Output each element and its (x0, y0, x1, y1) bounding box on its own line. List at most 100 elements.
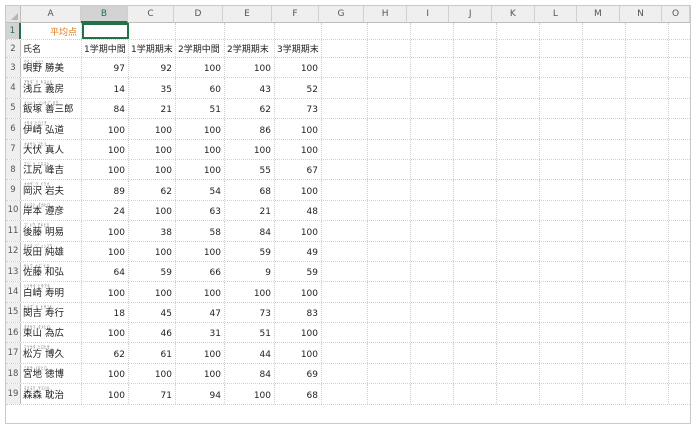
score-cell[interactable]: 60 (176, 78, 225, 98)
empty-cell[interactable] (322, 261, 368, 282)
score-cell[interactable]: 47 (176, 302, 225, 323)
empty-cell[interactable] (411, 23, 454, 39)
score-cell[interactable]: 100 (275, 139, 322, 159)
empty-cell[interactable] (669, 343, 690, 362)
score-cell[interactable]: 24 (82, 200, 129, 221)
score-cell[interactable]: 62 (225, 98, 275, 119)
score-cell[interactable]: 83 (275, 302, 322, 323)
empty-cell[interactable] (322, 221, 368, 241)
empty-cell[interactable] (583, 119, 626, 139)
column-header-f[interactable]: F (272, 6, 319, 23)
empty-cell[interactable] (411, 159, 454, 180)
empty-cell[interactable] (540, 241, 583, 261)
column-header-d[interactable]: D (174, 6, 223, 23)
empty-cell[interactable] (411, 200, 454, 221)
empty-cell[interactable] (497, 261, 540, 282)
empty-cell[interactable] (368, 180, 411, 200)
empty-cell[interactable] (669, 282, 690, 301)
score-cell[interactable]: 54 (176, 180, 225, 200)
empty-cell[interactable] (411, 78, 454, 98)
score-cell[interactable]: 100 (82, 119, 129, 139)
empty-cell[interactable] (368, 23, 411, 39)
score-cell[interactable]: 100 (82, 241, 129, 261)
empty-cell[interactable] (368, 384, 411, 404)
empty-cell[interactable] (497, 58, 540, 78)
column-header-k[interactable]: K (491, 6, 535, 23)
empty-cell[interactable] (411, 363, 454, 384)
empty-cell[interactable] (669, 221, 690, 240)
score-cell[interactable]: 100 (129, 119, 176, 139)
empty-cell[interactable] (626, 139, 669, 159)
score-cell[interactable]: 100 (176, 119, 225, 139)
empty-cell[interactable] (669, 180, 690, 199)
score-cell[interactable]: 100 (82, 139, 129, 159)
spreadsheet[interactable]: ABCDEFGHIJKLMNO 1 平均点 2 氏名 1学期中間 1学期期末 2学期中間 2学… (5, 5, 691, 424)
empty-cell[interactable] (411, 282, 454, 302)
empty-cell[interactable] (322, 180, 368, 200)
empty-cell[interactable] (368, 139, 411, 159)
empty-cell[interactable] (626, 40, 669, 57)
empty-cell[interactable] (669, 303, 690, 322)
empty-cell[interactable] (322, 23, 368, 39)
empty-cell[interactable] (626, 221, 669, 241)
score-cell[interactable]: 100 (176, 343, 225, 363)
empty-cell[interactable] (411, 40, 454, 57)
column-header-i[interactable]: I (406, 6, 450, 23)
empty-cell[interactable] (322, 78, 368, 98)
score-cell[interactable]: 97 (82, 58, 129, 78)
empty-cell[interactable] (540, 98, 583, 119)
header-cell[interactable]: 2学期期末 (225, 40, 275, 57)
empty-cell[interactable] (411, 302, 454, 323)
student-name-cell[interactable]: ﾓﾘﾓﾘ ﾔｽﾊﾙ 森森 耽治 (21, 384, 82, 404)
score-cell[interactable]: 100 (225, 58, 275, 78)
score-cell[interactable]: 68 (275, 384, 322, 404)
empty-cell[interactable] (322, 323, 368, 343)
empty-cell[interactable] (540, 221, 583, 241)
score-cell[interactable]: 51 (176, 98, 225, 119)
row-header-13[interactable]: 13 (6, 261, 21, 282)
empty-cell[interactable] (626, 363, 669, 384)
score-cell[interactable]: 100 (275, 221, 322, 241)
row-header-19[interactable]: 19 (6, 384, 21, 404)
row-header-15[interactable]: 15 (6, 302, 21, 323)
score-cell[interactable]: 100 (82, 384, 129, 404)
empty-cell[interactable] (669, 78, 690, 97)
row-header-4[interactable]: 4 (6, 78, 21, 98)
empty-cell[interactable] (626, 343, 669, 363)
empty-cell[interactable] (669, 323, 690, 342)
score-cell[interactable]: 100 (225, 384, 275, 404)
student-name-cell[interactable]: ﾐﾔﾁ ﾉﾘﾋﾛ 宮地 徳博 (21, 363, 82, 384)
score-cell[interactable]: 100 (176, 139, 225, 159)
empty-cell[interactable] (583, 200, 626, 221)
empty-cell[interactable] (583, 23, 626, 39)
score-cell[interactable]: 100 (129, 241, 176, 261)
cell-grid[interactable]: 1 平均点 2 氏名 1学期中間 1学期期末 2学期中間 2学期期末 3学期期末 3 ｳﾀﾉ ｶﾂﾐ… (6, 23, 690, 405)
header-cell[interactable]: 1学期期末 (129, 40, 176, 57)
empty-cell[interactable] (583, 221, 626, 241)
student-name-cell[interactable]: ｺﾞﾄｳ ｱｷﾋﾛ 後藤 明易 (21, 221, 82, 241)
empty-cell[interactable] (368, 221, 411, 241)
empty-cell[interactable] (583, 282, 626, 302)
empty-cell[interactable] (322, 282, 368, 302)
empty-cell[interactable] (322, 343, 368, 363)
empty-cell[interactable] (626, 98, 669, 119)
empty-cell[interactable] (540, 139, 583, 159)
empty-cell[interactable] (540, 40, 583, 57)
column-header-h[interactable]: H (364, 6, 407, 23)
column-header-n[interactable]: N (619, 6, 663, 23)
score-cell[interactable]: 9 (225, 261, 275, 282)
row-header-7[interactable]: 7 (6, 139, 21, 159)
row-header-3[interactable]: 3 (6, 58, 21, 78)
empty-cell[interactable] (540, 200, 583, 221)
row-header-2[interactable]: 2 (6, 40, 21, 57)
score-cell[interactable]: 73 (275, 98, 322, 119)
score-cell[interactable]: 38 (129, 221, 176, 241)
empty-cell[interactable] (497, 302, 540, 323)
empty-cell[interactable] (454, 119, 497, 139)
score-cell[interactable]: 100 (129, 363, 176, 384)
score-cell[interactable]: 18 (82, 302, 129, 323)
header-cell[interactable]: 2学期中間 (176, 40, 225, 57)
empty-cell[interactable] (583, 98, 626, 119)
empty-cell[interactable] (626, 119, 669, 139)
empty-cell[interactable] (540, 23, 583, 39)
